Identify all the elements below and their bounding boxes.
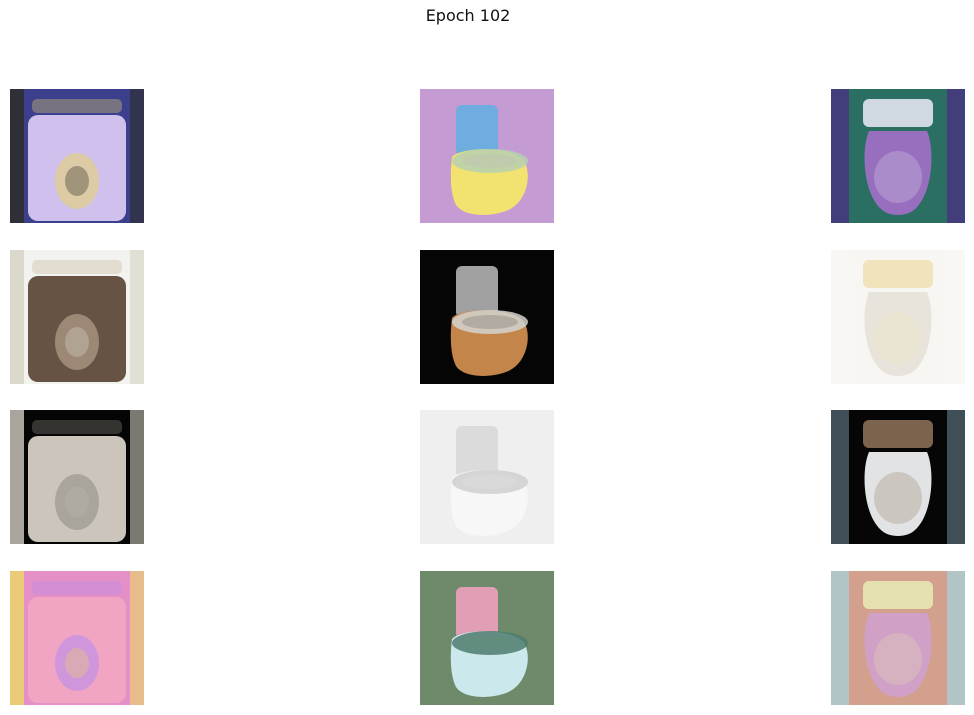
- grid-image-r4-c3: [831, 571, 965, 705]
- grid-image-r1-c2: [420, 89, 554, 223]
- grid-image-r2-c2: [420, 250, 554, 384]
- grid-image-r3-c3: [831, 410, 965, 544]
- toilet-thumbnail: [831, 571, 965, 705]
- grid-image-r3-c1: [10, 410, 144, 544]
- toilet-thumbnail: [831, 250, 965, 384]
- toilet-thumbnail: [10, 89, 144, 223]
- image-grid: [0, 0, 974, 715]
- toilet-thumbnail: [420, 250, 554, 384]
- grid-image-r1-c3: [831, 89, 965, 223]
- grid-image-r3-c2: [420, 410, 554, 544]
- toilet-thumbnail: [420, 571, 554, 705]
- grid-image-r2-c3: [831, 250, 965, 384]
- grid-image-r4-c2: [420, 571, 554, 705]
- toilet-thumbnail: [420, 89, 554, 223]
- toilet-thumbnail: [10, 250, 144, 384]
- toilet-thumbnail: [420, 410, 554, 544]
- toilet-thumbnail: [10, 571, 144, 705]
- grid-image-r1-c1: [10, 89, 144, 223]
- grid-image-r2-c1: [10, 250, 144, 384]
- toilet-thumbnail: [831, 410, 965, 544]
- grid-image-r4-c1: [10, 571, 144, 705]
- toilet-thumbnail: [10, 410, 144, 544]
- toilet-thumbnail: [831, 89, 965, 223]
